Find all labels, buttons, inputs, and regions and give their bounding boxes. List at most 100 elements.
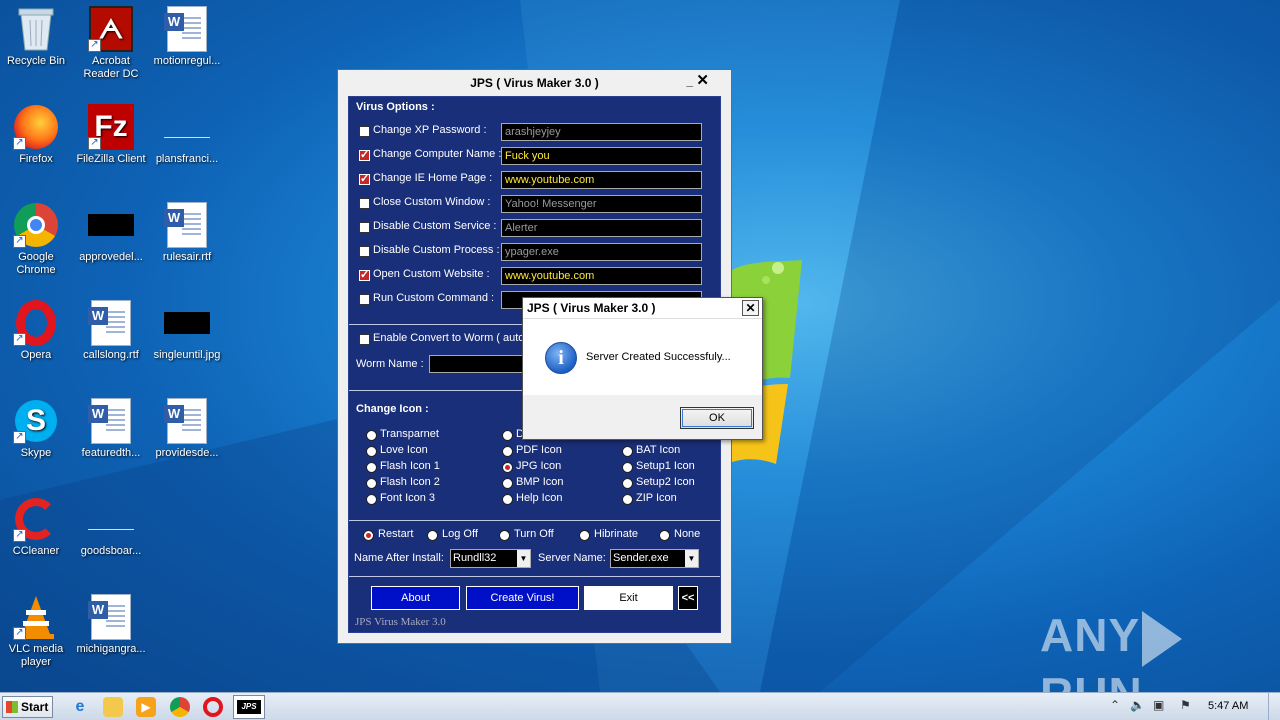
desktop-icon-providesde[interactable]: W providesde... <box>149 398 225 460</box>
desktop-icon-acrobat[interactable]: ᗅ ↗ Acrobat Reader DC <box>73 6 149 81</box>
icon-option-radio-selected[interactable] <box>502 462 513 473</box>
shortcut-arrow-icon: ↗ <box>13 529 26 542</box>
name-after-install-value: Rundll32 <box>453 552 497 564</box>
chrome-taskbar-icon[interactable] <box>170 697 190 717</box>
dialog-message-area: i Server Created Successfuly... <box>523 319 762 395</box>
icon-option-label: JPG Icon <box>516 460 562 472</box>
desktop-icon-plansfranci[interactable]: plansfranci... <box>149 104 225 166</box>
icon-option-radio[interactable] <box>366 446 377 457</box>
icon-option-radio[interactable] <box>366 494 377 505</box>
run-custom-command-checkbox[interactable] <box>359 294 370 305</box>
desktop-icon-firefox[interactable]: ↗ Firefox <box>0 104 74 166</box>
desktop-icon-goodsboar[interactable]: goodsboar... <box>73 496 149 558</box>
desktop-icon-label: Acrobat Reader DC <box>83 55 139 80</box>
icon-option-label: ZIP Icon <box>636 492 677 504</box>
opera-taskbar-icon[interactable] <box>203 697 223 717</box>
desktop-icon-label: Opera <box>20 349 52 361</box>
disable-custom-process-input[interactable]: ypager.exe <box>501 243 702 261</box>
dialog-close-button[interactable]: ✕ <box>742 300 759 316</box>
hibernate-radio[interactable] <box>579 530 590 541</box>
desktop-icon-michigangra[interactable]: W michigangra... <box>73 594 149 656</box>
word-document-icon: W <box>164 6 210 52</box>
worm-name-input[interactable] <box>429 355 529 373</box>
jps-taskbar-button[interactable]: JPS <box>233 695 265 719</box>
change-ie-home-page-checkbox[interactable] <box>359 172 370 185</box>
close-custom-window-input[interactable]: Yahoo! Messenger <box>501 195 702 213</box>
desktop-icon-approvedel[interactable]: approvedel... <box>73 202 149 264</box>
close-button[interactable]: ✕ <box>696 73 709 89</box>
collapse-button[interactable]: << <box>678 586 698 610</box>
change-computer-name-input[interactable]: Fuck you <box>501 147 702 165</box>
icon-option-radio[interactable] <box>622 494 633 505</box>
icon-option-radio[interactable] <box>366 462 377 473</box>
icon-option-radio[interactable] <box>502 494 513 505</box>
about-button[interactable]: About <box>371 586 460 610</box>
exit-button[interactable]: Exit <box>584 586 673 610</box>
word-document-icon: W <box>88 398 134 444</box>
desktop-icon-rulesair[interactable]: W rulesair.rtf <box>149 202 225 264</box>
icon-option-radio[interactable] <box>622 446 633 457</box>
desktop-icon-ccleaner[interactable]: ↗ CCleaner <box>0 496 74 558</box>
run-custom-command-label: Run Custom Command : <box>373 292 495 304</box>
log-off-radio[interactable] <box>427 530 438 541</box>
none-radio[interactable] <box>659 530 670 541</box>
icon-option-radio[interactable] <box>366 478 377 489</box>
change-xp-password-input[interactable]: arashjeyjey <box>501 123 702 141</box>
chevron-down-icon: ▼ <box>685 550 698 567</box>
restart-radio[interactable] <box>363 530 374 541</box>
disable-custom-service-checkbox[interactable] <box>359 222 370 233</box>
desktop-icon-label: featuredth... <box>81 447 141 459</box>
log-off-label: Log Off <box>442 528 478 540</box>
virus-options-heading: Virus Options : <box>356 101 435 113</box>
minimize-button[interactable]: _ <box>686 74 693 88</box>
change-xp-password-checkbox[interactable] <box>359 126 370 137</box>
open-custom-website-input[interactable]: www.youtube.com <box>501 267 702 285</box>
desktop-icon-recycle-bin[interactable]: Recycle Bin <box>0 6 74 68</box>
icon-option-radio[interactable] <box>622 462 633 473</box>
icon-option-radio[interactable] <box>502 478 513 489</box>
desktop-icon-skype[interactable]: S ↗ Skype <box>0 398 74 460</box>
name-after-install-select[interactable]: Rundll32 ▼ <box>450 549 531 568</box>
desktop-icon-callslong[interactable]: W callslong.rtf <box>73 300 149 362</box>
server-name-select[interactable]: Sender.exe ▼ <box>610 549 699 568</box>
change-ie-home-page-input[interactable]: www.youtube.com <box>501 171 702 189</box>
clock[interactable]: 5:47 AM <box>1208 700 1248 712</box>
desktop-icon-featuredth[interactable]: W featuredth... <box>73 398 149 460</box>
icon-option-radio[interactable] <box>622 478 633 489</box>
desktop-icon-chrome[interactable]: ↗ Google Chrome <box>0 202 74 277</box>
icon-option-radio[interactable] <box>502 446 513 457</box>
desktop-icon-vlc[interactable]: ↗ VLC media player <box>0 594 74 669</box>
desktop-icon-opera[interactable]: ↗ Opera <box>0 300 74 362</box>
show-hidden-icons-icon[interactable]: ⌃ <box>1110 698 1120 712</box>
icon-option-radio[interactable] <box>366 430 377 441</box>
shortcut-arrow-icon: ↗ <box>13 627 26 640</box>
icon-option-label: Flash Icon 2 <box>380 476 440 488</box>
start-button[interactable]: Start <box>2 696 53 718</box>
ok-button[interactable]: OK <box>680 407 754 429</box>
disable-custom-service-input[interactable]: Alerter <box>501 219 702 237</box>
shortcut-arrow-icon: ↗ <box>13 333 26 346</box>
close-custom-window-checkbox[interactable] <box>359 198 370 209</box>
desktop-icon-label: Firefox <box>19 153 53 165</box>
icon-option-label: Love Icon <box>380 444 428 456</box>
file-explorer-icon[interactable] <box>103 697 123 717</box>
action-center-flag-icon[interactable]: ⚑ <box>1180 698 1191 712</box>
network-icon[interactable]: ▣ <box>1153 698 1164 712</box>
create-virus-button[interactable]: Create Virus! <box>466 586 579 610</box>
open-custom-website-checkbox[interactable] <box>359 268 370 281</box>
internet-explorer-icon[interactable]: e <box>70 697 90 717</box>
desktop-icon-motionregul[interactable]: W motionregul... <box>149 6 225 68</box>
icon-option-radio[interactable] <box>502 430 513 441</box>
jps-app-icon: JPS <box>237 700 261 714</box>
desktop-icon-filezilla[interactable]: Fz ↗ FileZilla Client <box>73 104 149 166</box>
media-player-icon[interactable]: ▶ <box>136 697 156 717</box>
turn-off-radio[interactable] <box>499 530 510 541</box>
desktop-icon-singleuntil[interactable]: singleuntil.jpg <box>149 300 225 362</box>
show-desktop-button[interactable] <box>1268 693 1280 720</box>
disable-custom-process-checkbox[interactable] <box>359 246 370 257</box>
change-computer-name-checkbox[interactable] <box>359 148 370 161</box>
disable-custom-service-label: Disable Custom Service : <box>373 220 497 232</box>
desktop-icon-label: motionregul... <box>153 55 221 67</box>
volume-icon[interactable]: 🔈 <box>1130 698 1145 712</box>
enable-worm-checkbox[interactable] <box>359 334 370 345</box>
